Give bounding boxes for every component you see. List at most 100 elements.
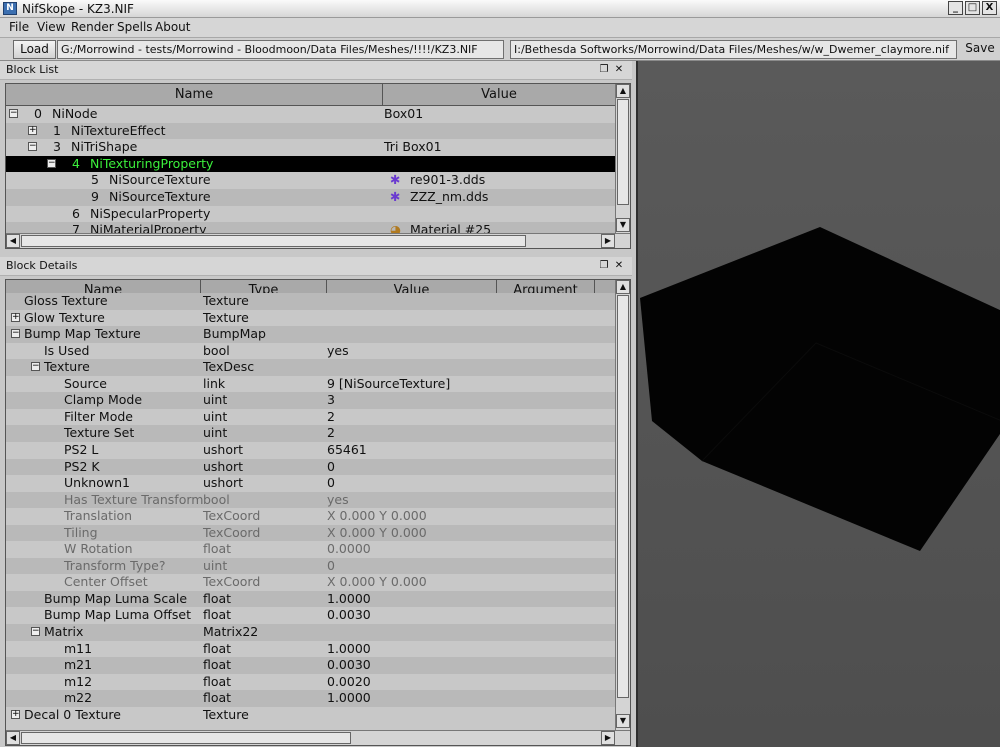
detail-row[interactable]: W Rotation float 0.0000 <box>6 541 616 558</box>
detail-row[interactable]: Clamp Mode uint 3 <box>6 392 616 409</box>
field-value[interactable]: 9 [NiSourceTexture] <box>327 376 450 392</box>
tree-expander-icon[interactable]: − <box>9 109 18 118</box>
detail-row[interactable]: Has Texture Transform bool yes <box>6 491 616 509</box>
field-value[interactable]: yes <box>327 492 349 508</box>
minimize-button[interactable]: _ <box>948 1 963 15</box>
detail-row[interactable]: Is Used bool yes <box>6 343 616 360</box>
detail-row[interactable]: − Bump Map Texture BumpMap <box>6 326 616 343</box>
field-value[interactable]: X 0.000 Y 0.000 <box>327 525 427 541</box>
field-value[interactable]: 2 <box>327 409 335 425</box>
detail-row[interactable]: Bump Map Luma Scale float 1.0000 <box>6 590 616 608</box>
scroll-left-arrow-icon[interactable]: ◀ <box>6 234 20 248</box>
menu-render[interactable]: Render <box>71 20 114 35</box>
scroll-thumb[interactable] <box>21 235 526 247</box>
field-value[interactable]: X 0.000 Y 0.000 <box>327 508 427 524</box>
field-value[interactable]: 0 <box>327 459 335 475</box>
block-list-row[interactable]: +1 NiTextureEffect <box>6 122 616 140</box>
field-value[interactable]: yes <box>327 343 349 359</box>
detail-row[interactable]: Source link 9 [NiSourceTexture] <box>6 376 616 393</box>
block-list-row[interactable]: 5 NiSourceTexture ✱ re901-3.dds <box>6 172 616 189</box>
block-details-vertical-scrollbar[interactable]: ▲ ▼ <box>615 280 630 730</box>
detail-row[interactable]: m21 float 0.0030 <box>6 657 616 674</box>
render-viewport[interactable] <box>636 61 1000 747</box>
column-header-value[interactable]: Value <box>383 84 616 106</box>
field-value[interactable]: 1.0000 <box>327 641 371 657</box>
field-value[interactable]: 0.0000 <box>327 541 371 557</box>
detail-row[interactable]: Center Offset TexCoord X 0.000 Y 0.000 <box>6 574 616 591</box>
tree-expander-icon[interactable]: + <box>11 709 20 719</box>
block-list-vertical-scrollbar[interactable]: ▲ ▼ <box>615 84 630 233</box>
block-list-view[interactable]: Name Value − 0 NiNode Box01 +1 NiTextureEffec… <box>5 83 631 249</box>
field-value[interactable]: 1.0000 <box>327 690 371 706</box>
scroll-down-arrow-icon[interactable]: ▼ <box>616 714 630 728</box>
detail-row[interactable]: Tiling TexCoord X 0.000 Y 0.000 <box>6 524 616 542</box>
block-details-close-icon[interactable]: ✕ <box>613 259 625 272</box>
block-details-float-icon[interactable]: ❐ <box>598 259 610 272</box>
close-button[interactable]: X <box>982 1 997 15</box>
detail-row[interactable]: Bump Map Luma Offset float 0.0030 <box>6 607 616 624</box>
tree-expander-icon[interactable]: − <box>11 329 20 339</box>
detail-row[interactable]: Filter Mode uint 2 <box>6 409 616 426</box>
block-list-horizontal-scrollbar[interactable]: ◀ ▶ <box>6 233 630 248</box>
block-list-row[interactable]: 6 NiSpecularProperty <box>6 206 616 223</box>
detail-row[interactable]: m12 float 0.0020 <box>6 674 616 691</box>
block-list-row[interactable]: − 3 NiTriShape Tri Box01 <box>6 139 616 156</box>
detail-row[interactable]: − Texture TexDesc <box>6 359 616 376</box>
scroll-up-arrow-icon[interactable]: ▲ <box>616 84 630 98</box>
menu-file[interactable]: File <box>9 20 29 35</box>
menu-about[interactable]: About <box>155 20 190 35</box>
block-list-close-icon[interactable]: ✕ <box>613 63 625 76</box>
tree-expander-icon[interactable]: + <box>28 125 37 135</box>
field-value[interactable]: 0.0030 <box>327 607 371 623</box>
detail-row[interactable]: m11 float 1.0000 <box>6 641 616 658</box>
field-value[interactable]: 0.0030 <box>327 657 371 673</box>
menu-spells[interactable]: Spells <box>117 20 153 35</box>
block-list-row[interactable]: 9 NiSourceTexture ✱ ZZZ_nm.dds <box>6 189 616 206</box>
detail-row[interactable]: − Matrix Matrix22 <box>6 624 616 641</box>
tree-expander-icon[interactable]: − <box>28 142 37 152</box>
scroll-right-arrow-icon[interactable]: ▶ <box>601 731 615 745</box>
detail-row[interactable]: Unknown1 ushort 0 <box>6 475 616 492</box>
tree-expander-icon[interactable]: − <box>31 362 40 372</box>
detail-row[interactable]: Translation TexCoord X 0.000 Y 0.000 <box>6 508 616 525</box>
block-list-titlebar: Block List ❐ ✕ <box>0 61 632 80</box>
scroll-up-arrow-icon[interactable]: ▲ <box>616 280 630 294</box>
scroll-thumb[interactable] <box>617 99 629 205</box>
maximize-button[interactable]: □ <box>965 1 980 15</box>
detail-row[interactable]: + Decal 0 Texture Texture <box>6 707 616 724</box>
field-value[interactable]: 2 <box>327 425 335 441</box>
column-header-name[interactable]: Name <box>6 84 383 106</box>
detail-row[interactable]: Transform Type? uint 0 <box>6 557 616 575</box>
block-list-row[interactable]: − 0 NiNode Box01 <box>6 106 616 123</box>
detail-row[interactable]: PS2 K ushort 0 <box>6 458 616 476</box>
scroll-down-arrow-icon[interactable]: ▼ <box>616 218 630 232</box>
detail-row[interactable]: PS2 L ushort 65461 <box>6 442 616 459</box>
scroll-right-arrow-icon[interactable]: ▶ <box>601 234 615 248</box>
block-list-float-icon[interactable]: ❐ <box>598 63 610 76</box>
field-value[interactable]: 65461 <box>327 442 367 458</box>
scroll-thumb[interactable] <box>21 732 351 744</box>
block-details-horizontal-scrollbar[interactable]: ◀ ▶ <box>6 730 630 745</box>
detail-row[interactable]: + Glow Texture Texture <box>6 310 616 327</box>
detail-row[interactable]: Gloss Texture Texture <box>6 293 616 310</box>
menu-view[interactable]: View <box>37 20 65 35</box>
field-value[interactable]: 0 <box>327 558 335 574</box>
block-list-row[interactable]: − 4 NiTexturingProperty <box>6 155 616 173</box>
field-value[interactable]: 3 <box>327 392 335 408</box>
field-value[interactable]: 1.0000 <box>327 591 371 607</box>
field-value[interactable]: 0 <box>327 475 335 491</box>
save-button[interactable]: Save <box>961 40 999 59</box>
scroll-left-arrow-icon[interactable]: ◀ <box>6 731 20 745</box>
load-path-field[interactable]: G:/Morrowind - tests/Morrowind - Bloodmo… <box>57 40 504 59</box>
scroll-thumb[interactable] <box>617 295 629 698</box>
detail-row[interactable]: m22 float 1.0000 <box>6 690 616 707</box>
field-value[interactable]: X 0.000 Y 0.000 <box>327 574 427 590</box>
detail-row[interactable]: Texture Set uint 2 <box>6 425 616 442</box>
field-value[interactable]: 0.0020 <box>327 674 371 690</box>
save-path-field[interactable]: I:/Bethesda Softworks/Morrowind/Data Fil… <box>510 40 957 59</box>
tree-expander-icon[interactable]: − <box>47 158 56 168</box>
load-button[interactable]: Load <box>13 40 56 59</box>
tree-expander-icon[interactable]: − <box>31 627 40 636</box>
tree-expander-icon[interactable]: + <box>11 312 20 322</box>
block-details-view[interactable]: Name Type Value Argument Gloss Texture Te… <box>5 279 631 746</box>
